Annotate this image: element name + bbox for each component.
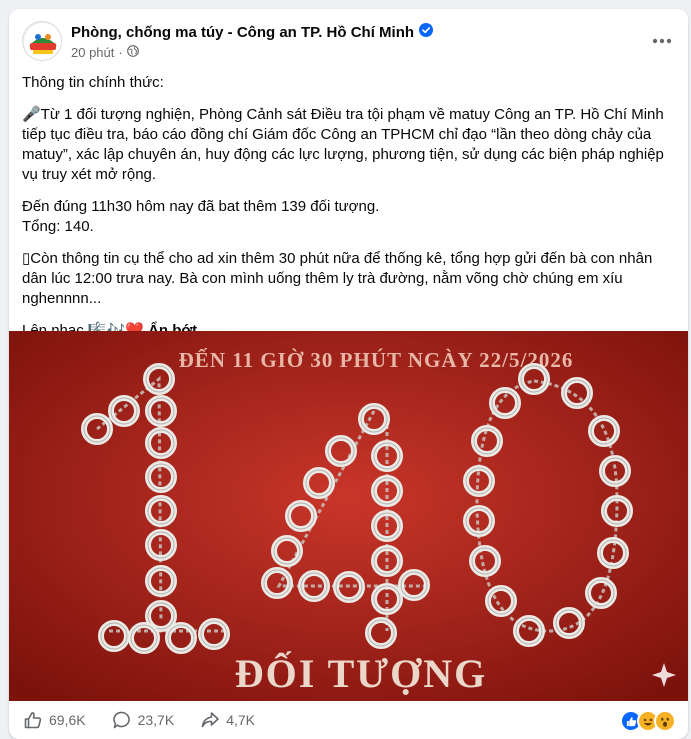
page-name[interactable]: Phòng, chống ma túy - Công an TP. Hồ Chí… [71,24,414,41]
paragraph-update: ▯Còn thông tin cụ thể cho ad xin thêm 30… [22,249,678,309]
post-meta: 20 phút · [71,45,139,60]
image-caption-text: ĐỐI TƯỢNG [235,650,487,696]
paragraph-intro: Thông tin chính thức: [22,74,164,91]
image-header-text: ĐẾN 11 GIỜ 30 PHÚT NGÀY 22/5/2026 [179,348,574,372]
post-text: Thông tin chính thức: 🎤Từ 1 đối tượng ng… [22,73,678,353]
comment-icon [112,711,130,729]
like-count: 69,6K [49,712,86,728]
post-time[interactable]: 20 phút [71,45,114,60]
feed-post: Phòng, chống ma túy - Công an TP. Hồ Chí… [9,9,688,739]
comment-count: 23,7K [137,712,175,728]
more-options-button[interactable] [650,29,674,53]
page-logo [24,23,61,60]
like-button[interactable]: 69,6K [23,710,86,730]
page-name-row: Phòng, chống ma túy - Công an TP. Hồ Chí… [71,23,434,41]
post-footer: 69,6K 23,7K 4,7K [9,701,688,739]
paragraph-arrests: Đến đúng 11h30 hôm nay đã bat thêm 139 đ… [22,198,380,215]
verified-badge-icon [419,23,434,41]
handcuffs-140-artwork: ĐẾN 11 GIỜ 30 PHÚT NGÀY 22/5/2026 ĐỐI TƯ… [9,331,688,701]
globe-icon [126,45,139,60]
like-icon [24,712,42,729]
page-avatar[interactable] [22,21,62,61]
paragraph-update-text: Còn thông tin cụ thể cho ad xin thêm 30 … [22,250,653,307]
meta-separator: · [118,45,123,60]
comment-button[interactable]: 23,7K [112,710,175,730]
more-options-icon [652,38,672,44]
post-header: Phòng, chống ma túy - Công an TP. Hồ Chí… [9,9,688,75]
share-icon [201,712,219,728]
wow-reaction-icon [654,710,676,732]
post-image[interactable]: ĐẾN 11 GIỜ 30 PHÚT NGÀY 22/5/2026 ĐỐI TƯ… [9,331,688,701]
share-button[interactable]: 4,7K [200,710,255,730]
paragraph-total: Tổng: 140. [22,218,94,235]
reaction-summary[interactable] [620,710,676,732]
paragraph-investigation: 🎤Từ 1 đối tượng nghiện, Phòng Cảnh sát Đ… [22,106,664,183]
share-count: 4,7K [226,712,255,728]
